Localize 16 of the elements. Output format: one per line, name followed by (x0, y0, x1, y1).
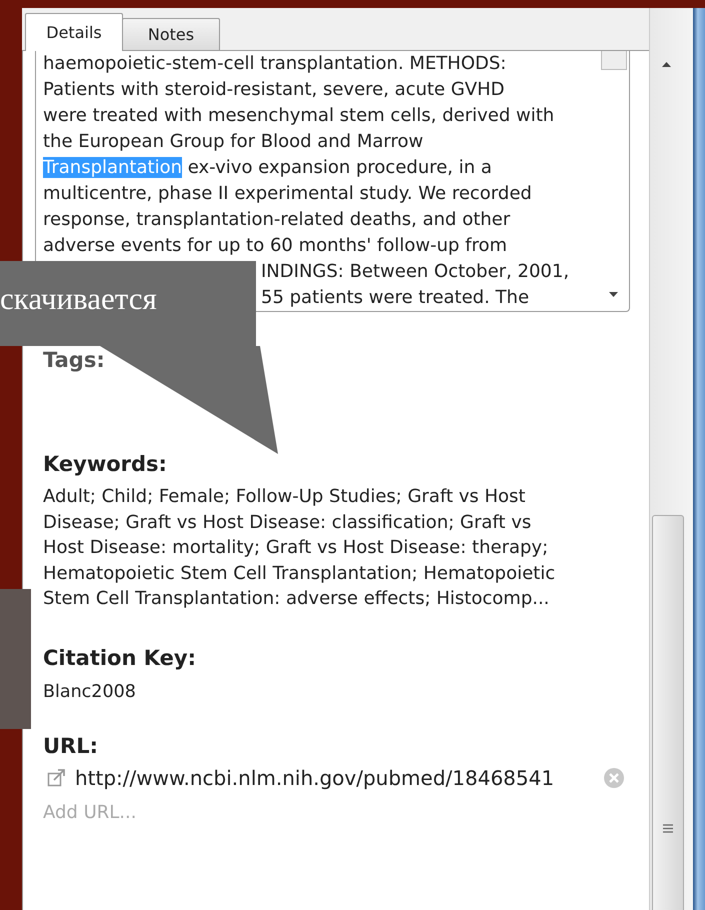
grip-icon (663, 824, 674, 833)
tab[interactable]: Details (25, 13, 123, 51)
tab[interactable]: Notes (122, 18, 220, 50)
scroll-down-arrow-icon[interactable] (609, 292, 618, 297)
clear-icon[interactable] (604, 768, 624, 788)
url-label: URL: (42, 734, 100, 758)
citation-key-value: Blanc2008 (42, 682, 137, 702)
keywords-label: Keywords: (42, 452, 168, 476)
tags-label: Tags: (42, 348, 106, 372)
scroll-up-arrow-icon[interactable] (662, 62, 672, 67)
citation-key-label: Citation Key: (42, 646, 197, 670)
scrollbar-thumb[interactable] (601, 51, 627, 70)
external-link-icon[interactable] (47, 768, 67, 788)
url-link[interactable]: http://www.ncbi.nlm.nih.gov/pubmed/18468541 (75, 766, 554, 790)
scrollbar-thumb[interactable] (652, 515, 684, 910)
keywords-text: Adult; Child; Female; Follow-Up Studies; Graft vs Host Disease; Graft vs Host Disease: classification; Graft vs Host Disease: mortality; Graft vs Host Disease: therapy; Hematopoietic Stem Cell Transplantation; Hematopoietic Stem Cell Transplantation: adverse effects; Histocomp... (42, 485, 556, 611)
